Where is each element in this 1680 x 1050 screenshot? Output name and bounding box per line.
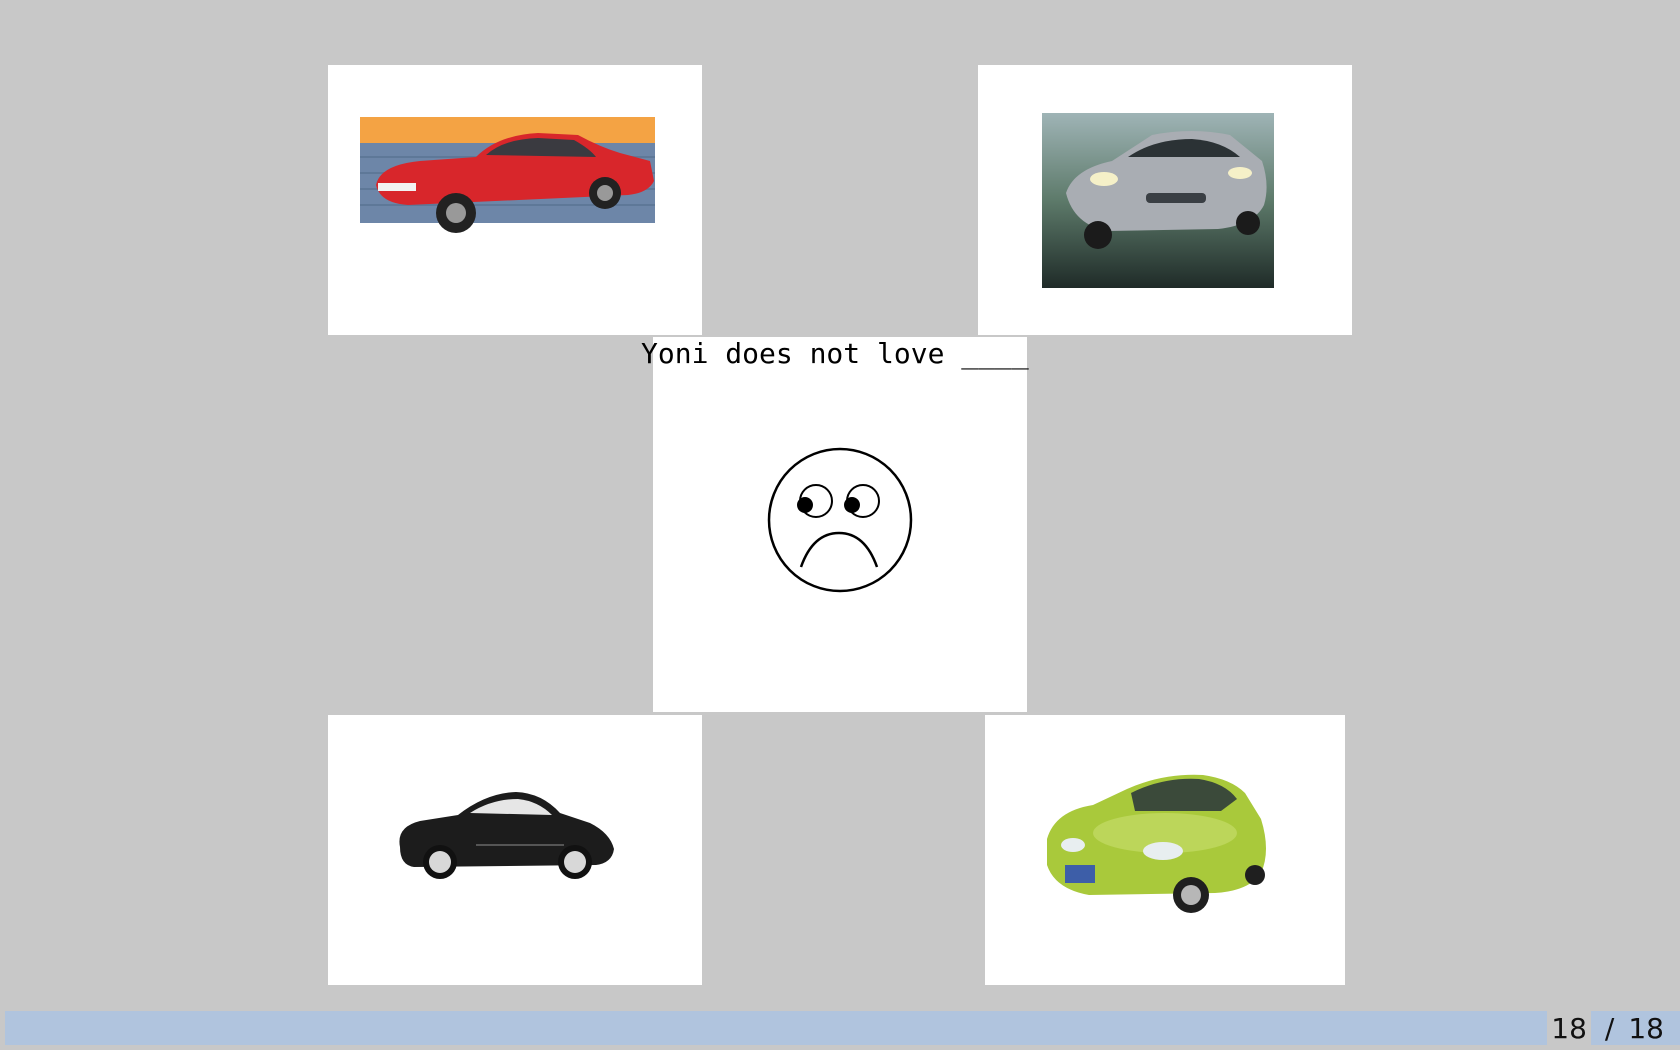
red-car-image — [328, 65, 702, 335]
sad-face-image — [653, 337, 1027, 712]
slide-footer-bar: 18 / 18 — [5, 1011, 1680, 1045]
slide-caption: Yoni does not love ____ — [641, 337, 1029, 370]
current-page-number: 18 — [1547, 1011, 1591, 1045]
silver-car-image — [978, 65, 1352, 335]
page-separator: / — [1604, 1011, 1615, 1045]
green-car-image — [985, 715, 1345, 985]
slide-canvas: Yoni does not love ____ 18 / 18 — [0, 0, 1680, 1050]
page-counter: 18 / 18 — [1547, 1011, 1664, 1045]
total-page-number: 18 — [1628, 1011, 1664, 1045]
black-car-image — [328, 715, 702, 985]
